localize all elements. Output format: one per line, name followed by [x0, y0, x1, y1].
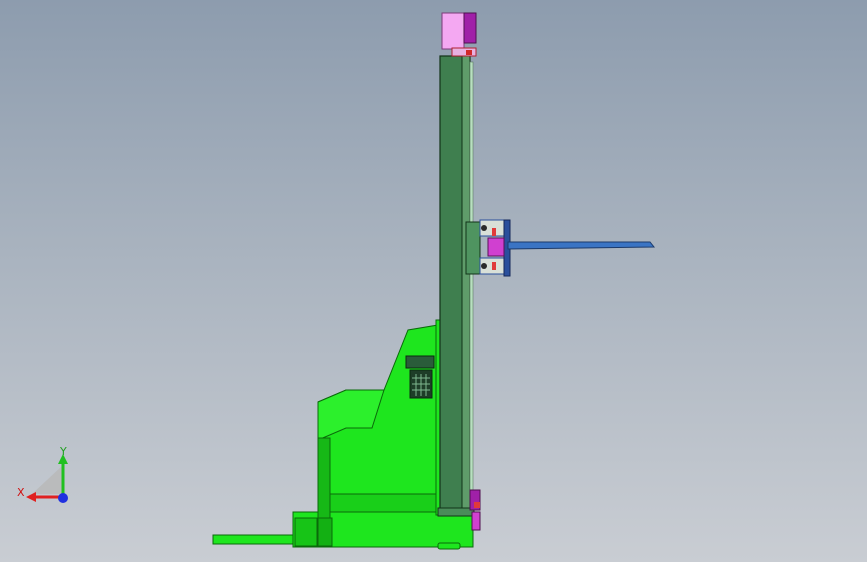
- cabinet-side-panel: [317, 437, 331, 519]
- red-fitting: [474, 502, 480, 508]
- cad-viewport[interactable]: Y X: [0, 0, 867, 562]
- mast[interactable]: [437, 55, 475, 517]
- panel-top: [405, 355, 435, 369]
- stacker-body[interactable]: [212, 319, 474, 550]
- roller-top: [481, 225, 487, 231]
- motor-mount: [451, 47, 477, 57]
- mast-edge-strip: [469, 61, 474, 513]
- cabinet-lower-panel: [329, 493, 439, 513]
- drive-wheel: [437, 542, 461, 550]
- motor-housing: [441, 12, 465, 50]
- x-axis-head: [26, 492, 36, 502]
- triad-base-shape: [32, 466, 62, 494]
- carriage-red-pin-2: [492, 262, 496, 270]
- carriage[interactable]: [465, 219, 656, 277]
- mast-foot: [437, 507, 475, 517]
- x-axis-label: X: [17, 486, 25, 499]
- base-accessories: [469, 489, 481, 531]
- carriage-red-pin: [492, 228, 496, 236]
- y-axis-label: Y: [59, 445, 67, 458]
- motor-cap: [463, 12, 477, 44]
- z-axis-dot: [58, 493, 68, 503]
- fork-tine: [507, 241, 656, 250]
- carriage-center-block: [487, 237, 505, 257]
- lift-motor[interactable]: [441, 12, 477, 57]
- magenta-lower-bracket: [471, 511, 481, 531]
- control-panel[interactable]: [405, 355, 435, 399]
- carriage-backplate: [465, 221, 481, 275]
- model-view[interactable]: [0, 0, 867, 562]
- mast-inner-rail: [461, 55, 471, 515]
- motor-bolt: [466, 50, 472, 55]
- roller-bottom: [481, 263, 487, 269]
- base-step: [294, 517, 318, 547]
- axis-triad: Y X: [17, 445, 68, 503]
- base-step-inner: [317, 517, 333, 547]
- fork-leg: [212, 534, 304, 545]
